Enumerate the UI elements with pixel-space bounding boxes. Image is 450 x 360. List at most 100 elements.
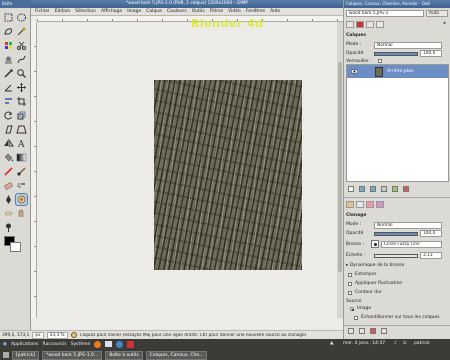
scale-slider[interactable] (374, 254, 418, 258)
reset-options-icon[interactable] (381, 328, 387, 334)
auto-button[interactable]: Auto (426, 10, 448, 17)
clone-tool[interactable] (15, 193, 28, 206)
firefox-launcher-icon[interactable] (94, 340, 102, 348)
task-toolbox[interactable]: Boîte à outils (105, 350, 143, 360)
smudge-tool[interactable] (16, 208, 27, 219)
dodge-burn-tool[interactable] (3, 222, 14, 233)
estomper-checkbox[interactable] (348, 273, 352, 277)
task-terminal[interactable]: [patrick] (12, 350, 40, 360)
zoom-select[interactable]: 33,3 % (46, 331, 68, 339)
brush-name[interactable]: Circle Fuzzy (19) (381, 241, 442, 248)
patterns-tab-icon[interactable] (376, 201, 384, 208)
restore-options-icon[interactable] (359, 328, 365, 334)
airbrush-tool[interactable] (16, 180, 27, 191)
eraser-tool[interactable] (3, 180, 14, 191)
save-options-icon[interactable] (348, 328, 354, 334)
shutdown-icon[interactable]: ⏻ (403, 339, 407, 349)
canvas-area[interactable] (37, 22, 337, 318)
paths-tool[interactable] (16, 54, 27, 65)
anchor-layer-icon[interactable] (392, 186, 398, 192)
layers-opacity-value[interactable]: 100,0 (420, 50, 442, 57)
layers-mode-select[interactable]: Normal (374, 42, 442, 49)
menu-calque[interactable]: Calque (146, 8, 162, 15)
calendar-launcher-icon[interactable] (127, 340, 135, 348)
network-icon[interactable]: ▲ (330, 339, 333, 349)
foreground-select-tool[interactable] (3, 54, 14, 65)
clock[interactable]: mar. 4 janv., 14:47 (343, 339, 385, 349)
brush-preview-icon[interactable] (371, 240, 379, 248)
background-color-swatch[interactable] (10, 242, 21, 252)
device-status-tab-icon[interactable] (356, 201, 364, 208)
delete-options-icon[interactable] (370, 328, 376, 334)
lower-layer-icon[interactable] (370, 186, 376, 192)
fluctuation-checkbox[interactable] (348, 282, 352, 286)
flip-tool[interactable] (3, 138, 14, 149)
menu-video[interactable]: Vidéo (228, 8, 241, 15)
tool-options-tab-icon[interactable] (346, 201, 354, 208)
channels-tab-icon[interactable] (356, 21, 364, 28)
align-tool[interactable] (3, 96, 14, 107)
task-layers[interactable]: Calques, Canaux, Che... (145, 350, 208, 360)
layer-row[interactable]: Arrière-plan (347, 65, 448, 78)
image-select[interactable]: wood bark 5.JPG-1 (346, 10, 424, 17)
paintbrush-tool[interactable] (16, 166, 27, 177)
menu-filtres[interactable]: Filtres (210, 8, 223, 15)
unit-select[interactable]: px (32, 331, 44, 339)
duplicate-layer-icon[interactable] (381, 186, 387, 192)
layers-tab-icon[interactable] (346, 21, 354, 28)
scale-tool[interactable] (16, 110, 27, 121)
paths-tab-icon[interactable] (366, 21, 374, 28)
menu-image[interactable]: Image (127, 8, 141, 15)
lock-alpha-checkbox[interactable] (378, 59, 382, 63)
menu-systeme[interactable]: Système (71, 342, 91, 347)
mail-launcher-icon[interactable] (105, 341, 113, 347)
user-name[interactable]: patrick (414, 339, 430, 349)
fuzzy-select-tool[interactable] (16, 26, 27, 37)
shear-tool[interactable] (3, 124, 14, 135)
help-launcher-icon[interactable] (116, 340, 124, 348)
menu-raccourcis[interactable]: Raccourcis (42, 342, 66, 347)
contour-dur-checkbox[interactable] (348, 291, 352, 295)
menu-affichage[interactable]: Affichage (101, 8, 122, 15)
menu-applications[interactable]: Applications (11, 342, 39, 347)
source-image-radio[interactable] (350, 307, 354, 311)
scale-value[interactable]: 3,13 (420, 252, 442, 259)
menu-edition[interactable]: Édition (55, 8, 71, 15)
eye-icon[interactable] (351, 68, 358, 75)
wood-bark-image[interactable] (154, 80, 302, 270)
menu-outils[interactable]: Outils (192, 8, 205, 15)
menu-fichier[interactable]: Fichier (35, 8, 50, 15)
color-picker-tool[interactable] (3, 68, 14, 79)
text-tool[interactable]: A (16, 138, 27, 150)
select-by-color-tool[interactable] (3, 40, 14, 51)
task-gimp-image[interactable]: *wood bark 5.JPG-1.0... (42, 350, 103, 360)
menu-fenetres[interactable]: Fenêtres (246, 8, 265, 15)
menu-selection[interactable]: Sélection (75, 8, 96, 15)
clone-opacity-slider[interactable] (374, 232, 418, 236)
volume-icon[interactable]: ♪ (394, 339, 397, 349)
scissors-tool[interactable] (16, 40, 27, 51)
measure-tool[interactable] (3, 82, 14, 93)
scrollbar-thumb[interactable] (338, 62, 342, 272)
show-desktop-icon[interactable] (3, 352, 9, 358)
blend-tool[interactable] (16, 152, 27, 163)
gnome-foot-icon[interactable]: ● (3, 342, 7, 347)
ellipse-select-tool[interactable] (16, 12, 27, 23)
layer-name[interactable]: Arrière-plan (387, 65, 414, 78)
ink-tool[interactable] (3, 194, 14, 205)
clone-opacity-value[interactable]: 100,0 (420, 230, 442, 237)
pencil-tool[interactable] (3, 166, 14, 177)
rotate-tool[interactable] (3, 110, 14, 121)
dynamics-expander[interactable]: ▸ Dynamique de la brosse (346, 262, 404, 269)
new-layer-icon[interactable] (348, 186, 354, 192)
menu-couleurs[interactable]: Couleurs (167, 8, 187, 15)
menu-aide[interactable]: Aide (270, 8, 280, 15)
brushes-tab-icon[interactable] (366, 201, 374, 208)
crop-tool[interactable] (16, 96, 27, 107)
clone-mode-select[interactable]: Normal (374, 222, 442, 229)
delete-layer-icon[interactable] (403, 186, 409, 192)
undo-tab-icon[interactable] (376, 21, 384, 28)
rect-select-tool[interactable] (3, 12, 14, 23)
dock-menu-icon[interactable]: ◂ (443, 20, 445, 27)
raise-layer-icon[interactable] (359, 186, 365, 192)
